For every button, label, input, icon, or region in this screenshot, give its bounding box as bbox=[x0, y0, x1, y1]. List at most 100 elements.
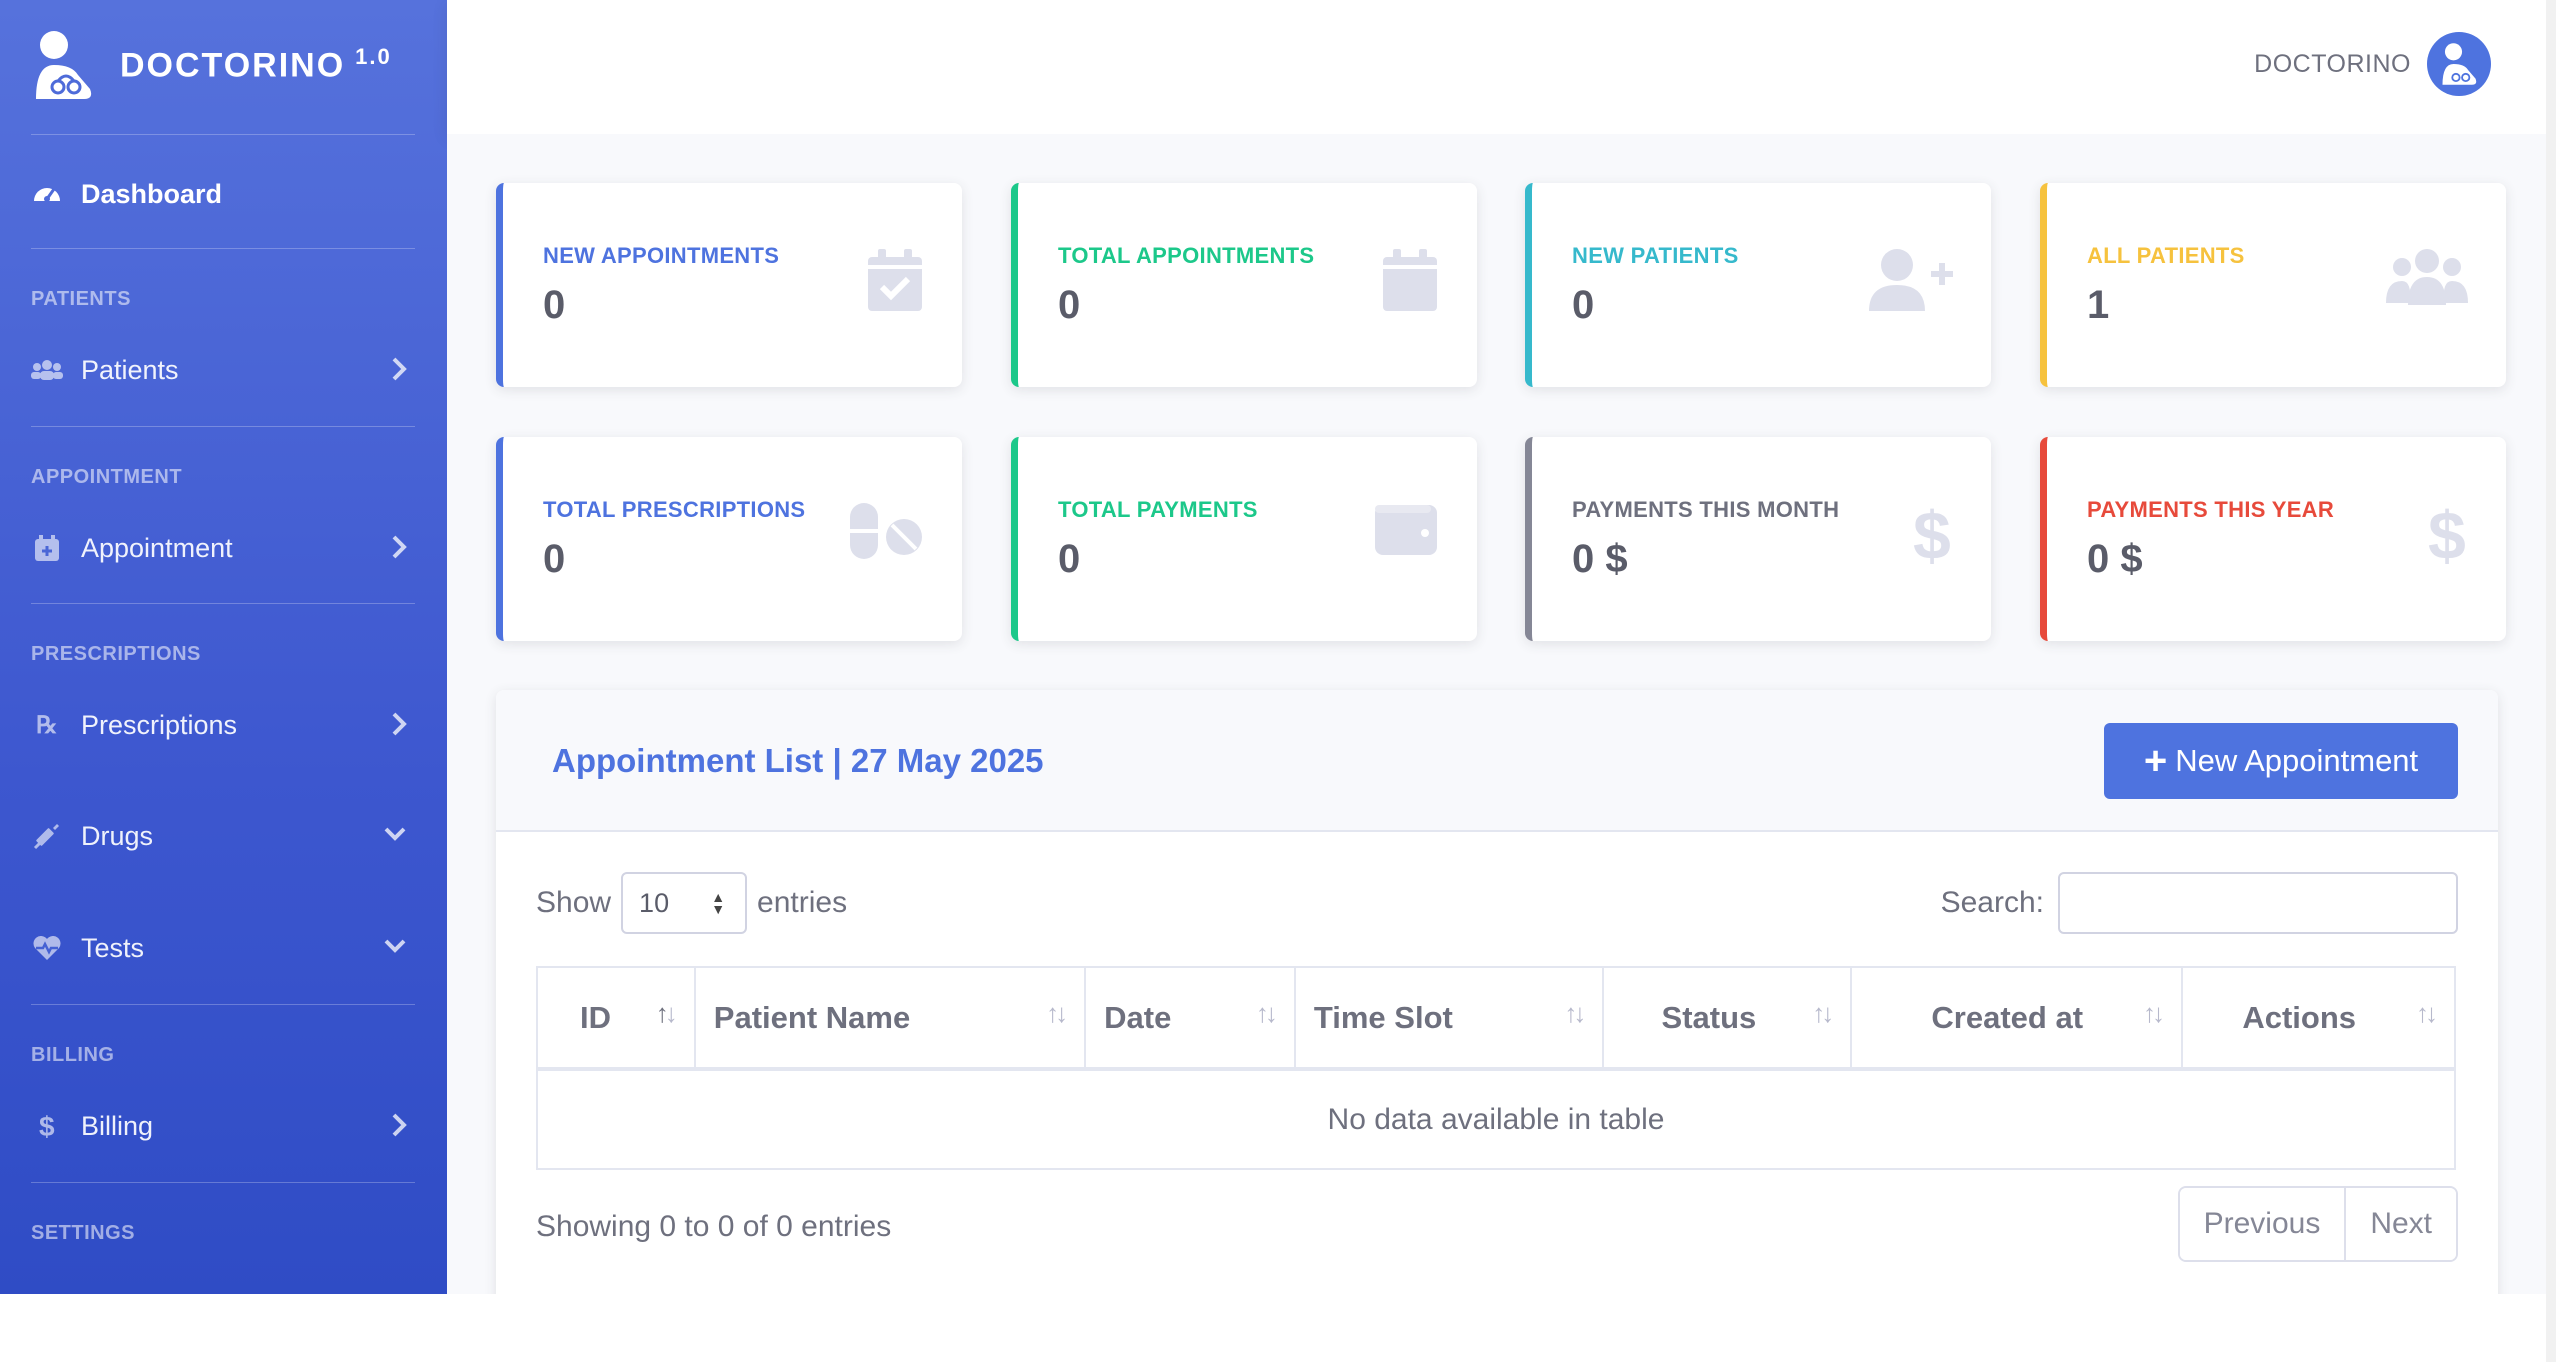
sidebar-heading-settings: SETTINGS bbox=[31, 1222, 136, 1244]
column-header-id[interactable]: ID ↑↓ bbox=[537, 967, 696, 1071]
sidebar-item-label: Tests bbox=[81, 932, 145, 963]
entries-label: entries bbox=[757, 886, 848, 919]
plus-icon: + bbox=[2143, 739, 2168, 783]
sort-icon: ↑↓ bbox=[1046, 998, 1068, 1028]
avatar[interactable] bbox=[2427, 32, 2491, 96]
entries-select-value: 10 bbox=[639, 887, 670, 918]
card-value: 0 bbox=[1572, 283, 1595, 327]
dollar-icon: $ bbox=[2428, 498, 2468, 574]
sort-icon: ↑↓ bbox=[2416, 998, 2438, 1028]
stat-card-total-appointments[interactable]: TOTAL APPOINTMENTS 0 bbox=[1011, 183, 1477, 387]
sidebar-item-drugs[interactable]: Drugs bbox=[31, 810, 415, 862]
card-value: 0 $ bbox=[2087, 537, 2143, 581]
pagination: Previous Next bbox=[2177, 1186, 2458, 1262]
sidebar-heading-patients: PATIENTS bbox=[31, 288, 131, 310]
card-title: NEW PATIENTS bbox=[1572, 243, 1739, 268]
empty-table-message: No data available in table bbox=[1327, 1102, 1665, 1136]
table-search: Search: bbox=[1941, 872, 2458, 934]
card-title: TOTAL PRESCRIPTIONS bbox=[543, 497, 806, 522]
show-label: Show bbox=[536, 886, 612, 919]
dollar-icon: $ bbox=[31, 1110, 63, 1142]
sidebar-divider bbox=[31, 603, 415, 604]
users-icon bbox=[31, 354, 63, 386]
sidebar-item-billing[interactable]: $ Billing bbox=[31, 1100, 415, 1152]
card-title: PAYMENTS THIS YEAR bbox=[2087, 497, 2335, 522]
search-input[interactable] bbox=[2058, 872, 2458, 934]
search-label: Search: bbox=[1940, 886, 2044, 919]
svg-text:$: $ bbox=[39, 1111, 55, 1141]
stat-card-new-appointments[interactable]: NEW APPOINTMENTS 0 bbox=[496, 183, 962, 387]
chevron-right-icon bbox=[391, 534, 407, 565]
prescription-icon: ℞ bbox=[31, 709, 63, 741]
column-header-actions[interactable]: Actions ↑↓ bbox=[2182, 967, 2456, 1071]
card-title: NEW APPOINTMENTS bbox=[543, 243, 780, 268]
sidebar-heading-appointment: APPOINTMENT bbox=[31, 466, 183, 488]
table-info: Showing 0 to 0 of 0 entries bbox=[536, 1210, 892, 1243]
sort-icon: ↑↓ bbox=[2143, 998, 2165, 1028]
calendar-icon bbox=[1381, 247, 1439, 318]
chevron-right-icon bbox=[391, 1112, 407, 1143]
stat-card-payments-this-month[interactable]: PAYMENTS THIS MONTH 0 $ $ bbox=[1525, 437, 1991, 641]
brand-version: 1.0 bbox=[355, 44, 392, 70]
syringe-icon bbox=[31, 820, 63, 852]
calendar-check-icon bbox=[866, 247, 924, 318]
user-name: DOCTORINO bbox=[2254, 49, 2411, 78]
sidebar-heading-prescriptions: PRESCRIPTIONS bbox=[31, 643, 201, 665]
wallet-icon bbox=[1373, 501, 1439, 562]
svg-text:℞: ℞ bbox=[36, 712, 58, 739]
stat-card-total-prescriptions[interactable]: TOTAL PRESCRIPTIONS 0 bbox=[496, 437, 962, 641]
users-icon bbox=[2386, 247, 2468, 312]
main-content: NEW APPOINTMENTS 0 TOTAL APPOINTMENTS 0 … bbox=[447, 134, 2547, 1362]
pills-icon bbox=[848, 501, 924, 566]
brand-name: DOCTORINO 1.0 bbox=[120, 44, 392, 85]
svg-text:$: $ bbox=[2428, 501, 2466, 567]
sidebar-item-label: Patients bbox=[81, 354, 179, 385]
stat-card-payments-this-year[interactable]: PAYMENTS THIS YEAR 0 $ $ bbox=[2040, 437, 2506, 641]
sidebar-item-appointment[interactable]: Appointment bbox=[31, 522, 415, 574]
chevron-down-icon bbox=[383, 938, 407, 959]
sidebar-item-label: Dashboard bbox=[81, 178, 223, 209]
footer bbox=[0, 1294, 2556, 1362]
sidebar-divider bbox=[31, 248, 415, 249]
panel-header: Appointment List | 27 May 2025 + New App… bbox=[496, 690, 2498, 832]
stat-card-total-payments[interactable]: TOTAL PAYMENTS 0 bbox=[1011, 437, 1477, 641]
page-scrollbar[interactable] bbox=[2546, 0, 2556, 1362]
sort-icon: ↑↓ bbox=[655, 998, 678, 1028]
sidebar-item-prescriptions[interactable]: ℞ Prescriptions bbox=[31, 699, 415, 751]
stat-card-new-patients[interactable]: NEW PATIENTS 0 bbox=[1525, 183, 1991, 387]
card-title: PAYMENTS THIS MONTH bbox=[1572, 497, 1840, 522]
column-header-date[interactable]: Date ↑↓ bbox=[1085, 967, 1296, 1071]
panel-title: Appointment List | 27 May 2025 bbox=[552, 742, 1044, 779]
sidebar-item-tests[interactable]: Tests bbox=[31, 922, 415, 974]
user-menu[interactable]: DOCTORINO bbox=[2254, 32, 2491, 96]
column-header-time-slot[interactable]: Time Slot ↑↓ bbox=[1294, 967, 1605, 1071]
sidebar-divider bbox=[31, 426, 415, 427]
chevron-down-icon bbox=[383, 826, 407, 847]
new-appointment-button[interactable]: + New Appointment bbox=[2104, 723, 2458, 799]
new-appointment-label: New Appointment bbox=[2175, 743, 2419, 778]
sidebar-item-dashboard[interactable]: Dashboard bbox=[31, 168, 415, 220]
sidebar-item-patients[interactable]: Patients bbox=[31, 344, 415, 396]
sort-icon: ↑↓ bbox=[1812, 998, 1834, 1028]
card-value: 0 bbox=[1058, 537, 1081, 581]
sort-icon: ↑↓ bbox=[1255, 998, 1278, 1028]
previous-page-button[interactable]: Previous bbox=[2179, 1188, 2345, 1260]
appointments-table: ID ↑↓ Patient Name ↑↓ Date ↑↓ Time Slot ↑↓ S… bbox=[536, 966, 2456, 1170]
chevron-right-icon bbox=[391, 711, 407, 742]
stat-card-all-patients[interactable]: ALL PATIENTS 1 bbox=[2040, 183, 2506, 387]
column-header-created-at[interactable]: Created at ↑↓ bbox=[1851, 967, 2184, 1071]
calendar-plus-icon bbox=[31, 532, 63, 564]
column-header-status[interactable]: Status ↑↓ bbox=[1603, 967, 1853, 1071]
sidebar-divider bbox=[31, 134, 415, 135]
dollar-icon: $ bbox=[1913, 498, 1953, 574]
sidebar-divider bbox=[31, 1004, 415, 1005]
appointment-list-panel: Appointment List | 27 May 2025 + New App… bbox=[496, 690, 2498, 1362]
sort-icon: ↑↓ bbox=[1564, 998, 1586, 1028]
column-header-patient-name[interactable]: Patient Name ↑↓ bbox=[694, 967, 1087, 1071]
next-page-button[interactable]: Next bbox=[2344, 1188, 2456, 1260]
brand[interactable]: DOCTORINO 1.0 bbox=[32, 28, 392, 102]
card-value: 0 bbox=[1058, 283, 1081, 327]
entries-select[interactable]: 10 ▲ ▼ bbox=[621, 872, 748, 934]
sidebar-item-label: Drugs bbox=[81, 820, 154, 851]
heartbeat-icon bbox=[31, 932, 63, 964]
